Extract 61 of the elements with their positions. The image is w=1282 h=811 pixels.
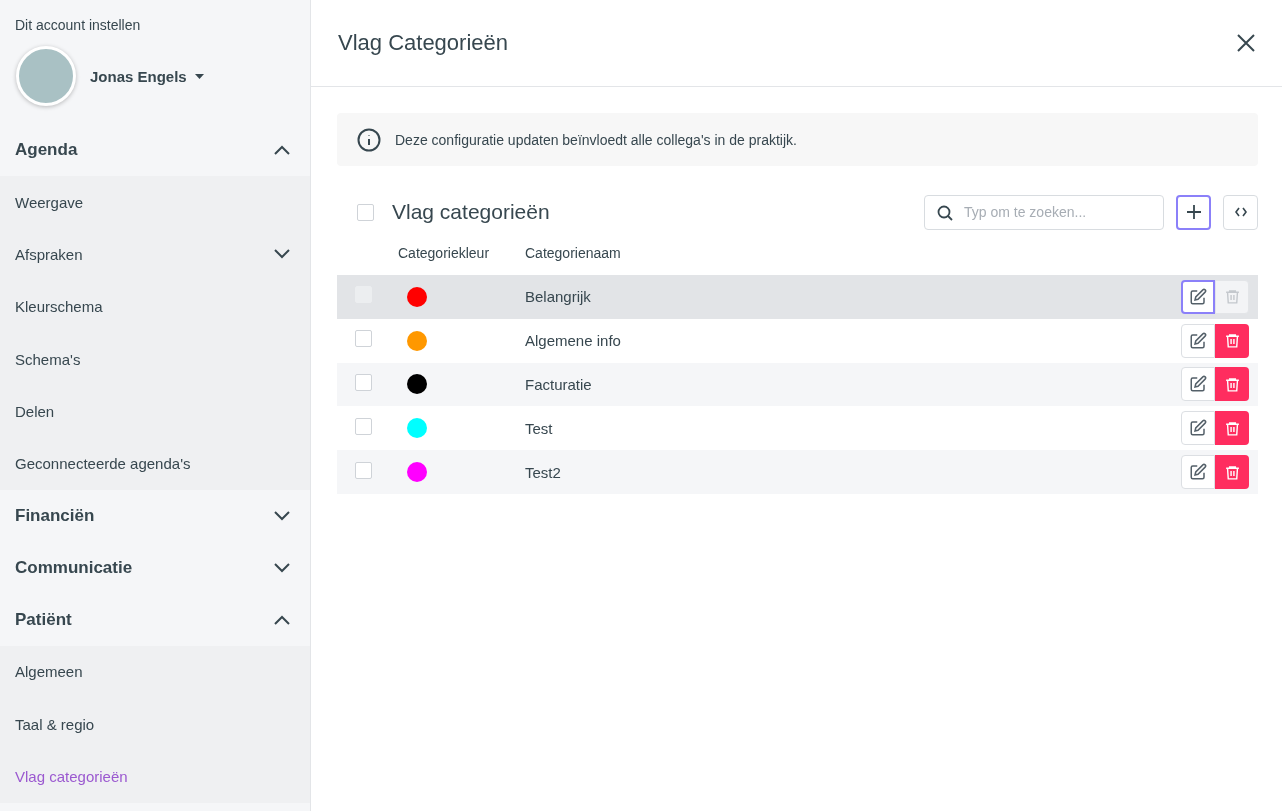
chevron-up-icon	[274, 145, 290, 155]
sidebar-caption: Dit account instellen	[14, 16, 142, 33]
table-cell-text: Test2	[525, 463, 562, 481]
row-checkbox[interactable]	[355, 417, 372, 435]
delete-button[interactable]	[1215, 411, 1249, 446]
delete-button[interactable]	[1215, 455, 1249, 490]
trash-icon	[1223, 376, 1241, 393]
row-checkbox[interactable]	[355, 374, 372, 391]
sidebar-item[interactable]: Delen	[0, 385, 310, 438]
table-row[interactable]: Test	[337, 406, 1258, 451]
sidebar-item[interactable]: Kleurschema	[0, 280, 310, 333]
avatar	[16, 46, 76, 106]
chevron-down-icon	[274, 249, 290, 260]
column-header: Categorienaam	[525, 244, 622, 261]
delete-button[interactable]	[1215, 367, 1249, 402]
sidebar-item[interactable]: Afspraken	[0, 228, 310, 281]
table-cell-text: Belangrijk	[525, 288, 592, 306]
search-icon	[937, 204, 953, 221]
trash-icon	[1223, 288, 1241, 306]
select-all-checkbox[interactable]	[357, 203, 374, 221]
table-row[interactable]: Test2	[337, 450, 1258, 494]
edit-icon	[1189, 287, 1207, 306]
chevron-up-icon	[274, 614, 290, 625]
table-row[interactable]: Belangrijk	[337, 275, 1258, 319]
row-checkbox[interactable]	[355, 330, 372, 348]
sidebar-item[interactable]: Geconnecteerde agenda's	[0, 437, 310, 490]
edit-icon	[1189, 419, 1207, 438]
chevron-down-icon	[274, 510, 290, 521]
trash-icon	[1223, 463, 1241, 481]
column-header: Categoriekleur	[398, 244, 491, 261]
close-button[interactable]	[1236, 33, 1256, 53]
sidebar-item[interactable]: Algemeen	[0, 645, 310, 699]
delete-button[interactable]	[1215, 323, 1249, 358]
info-icon	[357, 127, 381, 152]
list-title: Vlag categorieën	[392, 200, 551, 224]
chevron-down-icon	[274, 562, 290, 573]
sidebar-item[interactable]: Weergave	[0, 176, 310, 229]
info-text: Deze configuratie updaten beïnvloedt alle collega's in de praktijk.	[395, 131, 797, 148]
edit-icon	[1189, 331, 1207, 350]
row-checkbox[interactable]	[355, 461, 372, 479]
user-menu-button[interactable]: Jonas Engels	[90, 67, 204, 85]
plus-icon	[1186, 205, 1201, 219]
table-cell-text: Facturatie	[525, 376, 593, 393]
table-cell-text: Algemene info	[525, 332, 622, 350]
trash-icon	[1223, 419, 1241, 437]
trash-icon	[1223, 332, 1241, 350]
table-row[interactable]: Algemene info	[337, 318, 1258, 363]
code-button[interactable]	[1223, 194, 1258, 230]
edit-button[interactable]	[1181, 279, 1215, 314]
sidebar-item[interactable]: Schema's	[0, 332, 310, 386]
add-button[interactable]	[1176, 194, 1211, 230]
table-cell-text: Test	[525, 419, 554, 437]
edit-icon	[1189, 463, 1207, 482]
sidebar-item[interactable]: Taal & regio	[0, 698, 310, 751]
edit-icon	[1189, 375, 1207, 394]
code-icon	[1234, 207, 1247, 217]
sidebar-item[interactable]: Vlag categorieën	[0, 750, 310, 803]
search-field[interactable]: Typ om te zoeken...	[924, 194, 1164, 230]
dialog-title: Vlag Categorieën	[338, 30, 508, 56]
table-row[interactable]: Facturatie	[337, 362, 1258, 407]
caret-icon	[194, 73, 204, 79]
